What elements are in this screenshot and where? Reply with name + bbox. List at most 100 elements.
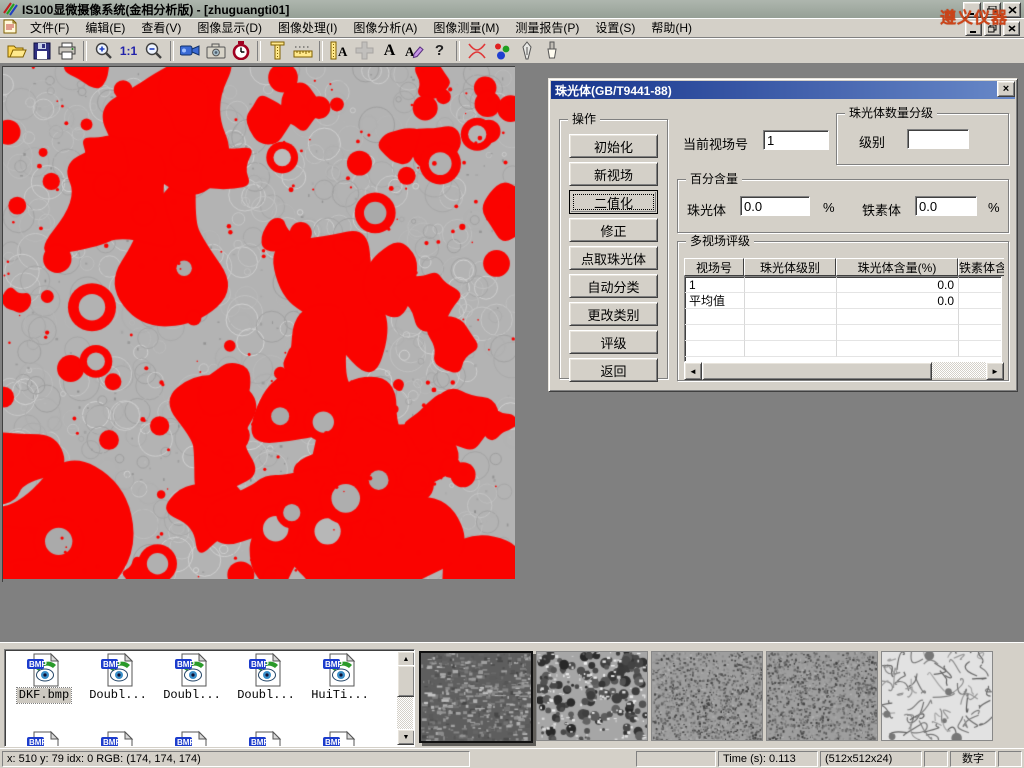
auto-classify-button[interactable]: 自动分类	[569, 274, 658, 298]
scroll-right-icon[interactable]: ►	[986, 362, 1004, 380]
restore-button[interactable]	[983, 2, 1001, 18]
menu-image-processing[interactable]: 图像处理(I)	[270, 17, 345, 38]
level-input[interactable]	[907, 129, 969, 149]
file-item[interactable]: BMP	[303, 730, 377, 747]
grading-table-body[interactable]: 1 0.0 平均值 0.0	[684, 276, 1002, 362]
file-item[interactable]: BMP Doubl...	[81, 652, 155, 703]
thumbnail-image[interactable]	[882, 652, 992, 740]
file-item[interactable]: BMP	[7, 730, 81, 747]
pan-icon[interactable]	[352, 39, 377, 62]
file-name[interactable]: Doubl...	[87, 688, 149, 703]
ferrite-input[interactable]: 0.0	[915, 196, 977, 216]
zoom-in-icon[interactable]	[91, 39, 116, 62]
file-item[interactable]: BMP Doubl...	[155, 652, 229, 703]
app-icon	[2, 0, 18, 19]
cell: 0.0	[837, 293, 959, 309]
level-label: 级别	[859, 132, 885, 151]
text-icon[interactable]: A	[377, 39, 402, 62]
capture-camera-icon[interactable]	[203, 39, 228, 62]
status-dimensions: (512x512x24)	[820, 751, 922, 767]
return-button[interactable]: 返回	[569, 358, 658, 382]
thumbnail[interactable]	[536, 651, 648, 741]
file-item[interactable]: BMP	[81, 730, 155, 747]
current-field-label: 当前视场号	[683, 134, 748, 153]
menu-view[interactable]: 查看(V)	[133, 17, 189, 38]
close-button[interactable]	[1003, 2, 1021, 18]
file-item[interactable]: BMP HuiTi...	[303, 652, 377, 703]
binarize-button[interactable]: 二值化	[569, 190, 658, 214]
scroll-left-icon[interactable]: ◄	[684, 362, 702, 380]
file-name[interactable]: HuiTi...	[309, 688, 371, 703]
thumbnail-image[interactable]	[652, 652, 762, 740]
help-icon[interactable]: ?	[427, 39, 452, 62]
file-vscrollbar[interactable]: ▲ ▼	[397, 651, 413, 745]
menu-image-measure[interactable]: 图像测量(M)	[425, 17, 507, 38]
thumbnail-image[interactable]	[421, 653, 531, 741]
print-icon[interactable]	[54, 39, 79, 62]
annotate-icon[interactable]: A	[402, 39, 427, 62]
measure-text-icon[interactable]: A	[327, 39, 352, 62]
file-item[interactable]: BMP DKF.bmp	[7, 652, 81, 703]
table-hscrollbar[interactable]: ◄ ►	[684, 362, 1004, 378]
new-field-button[interactable]: 新视场	[569, 162, 658, 186]
menu-report[interactable]: 测量报告(P)	[507, 17, 587, 38]
curve-edit-icon[interactable]	[464, 39, 489, 62]
actual-size-icon[interactable]: 1:1	[116, 39, 141, 62]
pen-icon[interactable]	[514, 39, 539, 62]
thumbnail[interactable]	[651, 651, 763, 741]
dialog-close-icon[interactable]: ×	[997, 81, 1015, 97]
change-class-button[interactable]: 更改类别	[569, 302, 658, 326]
init-button[interactable]: 初始化	[569, 134, 658, 158]
bmp-file-icon: BMP	[101, 730, 135, 747]
bottom-panel: BMP DKF.bmp BMP Doubl... BMP Doubl... BM…	[0, 642, 1024, 748]
menu-file[interactable]: 文件(F)	[22, 17, 77, 38]
thumbnail[interactable]	[766, 651, 878, 741]
menu-settings[interactable]: 设置(S)	[587, 17, 643, 38]
menu-image-display[interactable]: 图像显示(D)	[189, 17, 270, 38]
thumbnail-image[interactable]	[767, 652, 877, 740]
correct-button[interactable]: 修正	[569, 218, 658, 242]
application-window: IS100显微摄像系统(金相分析版) - [zhuguangti01] 遵义仪器…	[0, 0, 1024, 768]
thumbnail-image[interactable]	[537, 652, 647, 740]
file-name[interactable]: Doubl...	[161, 688, 223, 703]
color-classify-icon[interactable]	[489, 39, 514, 62]
caliper-icon[interactable]	[265, 39, 290, 62]
file-name[interactable]: Doubl...	[235, 688, 297, 703]
specimen-image[interactable]	[3, 67, 515, 579]
open-file-icon[interactable]	[4, 39, 29, 62]
thumbnail-selected[interactable]	[419, 651, 533, 743]
cell	[685, 325, 745, 341]
file-item[interactable]: BMP	[155, 730, 229, 747]
ruler-icon[interactable]	[290, 39, 315, 62]
brush-icon[interactable]	[539, 39, 564, 62]
menu-help[interactable]: 帮助(H)	[643, 17, 700, 38]
timer-icon[interactable]	[228, 39, 253, 62]
thumbnail[interactable]	[881, 651, 993, 741]
mdi-close-button[interactable]	[1003, 21, 1020, 36]
file-item[interactable]: BMP Doubl...	[229, 652, 303, 703]
save-icon[interactable]	[29, 39, 54, 62]
mdi-restore-button[interactable]	[984, 21, 1001, 36]
zoom-out-icon[interactable]	[141, 39, 166, 62]
minimize-button[interactable]	[963, 2, 981, 18]
mdi-minimize-button[interactable]	[965, 21, 982, 36]
file-item[interactable]: BMP	[229, 730, 303, 747]
hscroll-track[interactable]	[702, 362, 986, 378]
file-name[interactable]: DKF.bmp	[17, 688, 71, 703]
current-field-input[interactable]: 1	[763, 130, 829, 150]
menu-edit[interactable]: 编辑(E)	[77, 17, 133, 38]
cell	[959, 309, 1002, 325]
pick-pearlite-button[interactable]: 点取珠光体	[569, 246, 658, 270]
cell	[685, 309, 745, 325]
cell	[745, 325, 837, 341]
menu-image-analysis[interactable]: 图像分析(A)	[345, 17, 425, 38]
vscroll-thumb[interactable]	[397, 665, 415, 697]
bmp-file-icon: BMP	[323, 730, 357, 747]
scroll-down-icon[interactable]: ▼	[397, 729, 415, 745]
bmp-file-icon: BMP	[27, 730, 61, 747]
pearlite-input[interactable]: 0.0	[740, 196, 810, 216]
video-camera-icon[interactable]	[178, 39, 203, 62]
dialog-title-bar[interactable]: 珠光体(GB/T9441-88)	[551, 81, 1015, 99]
grade-button[interactable]: 评级	[569, 330, 658, 354]
hscroll-thumb[interactable]	[702, 362, 932, 380]
